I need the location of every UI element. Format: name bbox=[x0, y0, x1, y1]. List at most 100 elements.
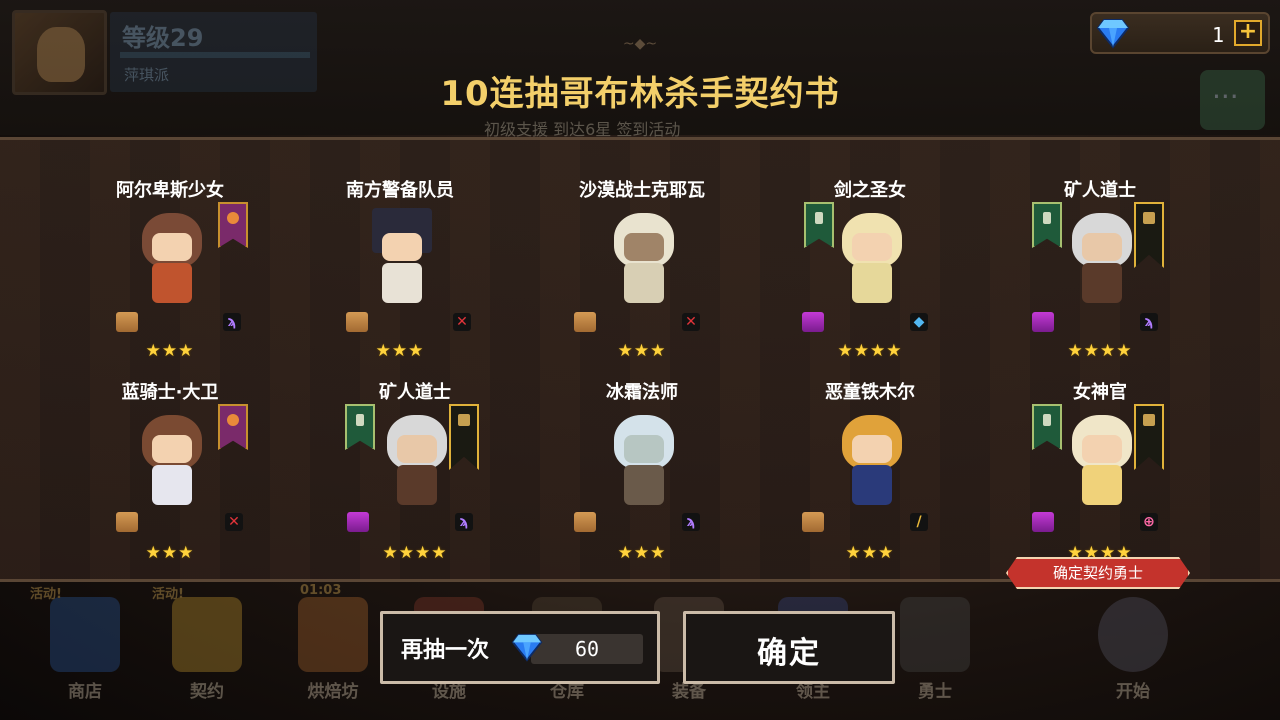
nav-label: 烘焙坊 bbox=[307, 682, 359, 702]
draw-again-button[interactable]: 再抽一次 60 bbox=[380, 611, 660, 684]
scroll-icon bbox=[802, 312, 824, 332]
hero-card[interactable]: 阿尔卑斯少女 ϡ ★★★ bbox=[80, 176, 260, 366]
nav-label: 契约 bbox=[190, 682, 224, 702]
hero-name: 蓝骑士·大卫 bbox=[121, 382, 219, 403]
hero-sprite bbox=[832, 410, 912, 510]
star-rating: ★★★ bbox=[375, 341, 425, 361]
nav-badge: 活动! bbox=[30, 587, 62, 602]
star-rating: ★★★ bbox=[845, 543, 895, 563]
exp-bar bbox=[120, 52, 310, 58]
star-rating: ★★★★ bbox=[837, 341, 903, 361]
title-ornament: ~◆~ bbox=[622, 36, 658, 52]
class-banner-icon bbox=[1134, 202, 1164, 268]
hero-card[interactable]: 恶童铁木尔 / ★★★ bbox=[780, 378, 960, 568]
scroll-icon bbox=[347, 512, 369, 532]
helmet-icon bbox=[900, 597, 970, 672]
scroll-icon bbox=[802, 512, 824, 532]
hero-sprite bbox=[832, 208, 912, 308]
gem-count: 1 bbox=[1211, 23, 1224, 47]
class-banner-icon bbox=[218, 404, 248, 450]
hero-card[interactable]: 沙漠战士克耶瓦 ✕ ★★★ bbox=[552, 176, 732, 366]
hero-name: 沙漠战士克耶瓦 bbox=[579, 180, 705, 201]
hero-sprite bbox=[604, 208, 684, 308]
crossed-swords-icon: ✕ bbox=[225, 513, 243, 531]
hero-sprite bbox=[604, 410, 684, 510]
draw-again-label: 再抽一次 bbox=[401, 638, 490, 663]
staff-icon: ϡ bbox=[223, 313, 241, 331]
bakery-icon bbox=[298, 597, 368, 672]
page-title: 10连抽哥布林杀手契约书 bbox=[440, 74, 840, 114]
hero-card[interactable]: 矿人道士 ϡ ★★★★ bbox=[1010, 176, 1190, 366]
scroll-icon bbox=[346, 312, 368, 332]
hero-card[interactable]: 剑之圣女 ◆ ★★★★ bbox=[780, 176, 960, 366]
gem-counter: 1 + bbox=[1090, 12, 1270, 54]
class-banner-icon bbox=[449, 404, 479, 470]
nav-heroes[interactable]: 勇士 bbox=[880, 585, 990, 720]
scroll-icon bbox=[116, 312, 138, 332]
hero-name: 矿人道士 bbox=[379, 382, 451, 403]
class-banner-icon bbox=[804, 202, 834, 248]
start-icon bbox=[1098, 597, 1168, 672]
nav-contract[interactable]: 活动! 契约 bbox=[152, 585, 262, 720]
diamond-icon bbox=[1096, 19, 1130, 49]
nav-start[interactable]: 开始 bbox=[1078, 585, 1188, 720]
nav-label: 商店 bbox=[68, 682, 102, 702]
staff-icon: ϡ bbox=[1140, 313, 1158, 331]
nav-label: 勇士 bbox=[918, 682, 952, 702]
hero-name: 剑之圣女 bbox=[834, 180, 906, 201]
scroll-icon bbox=[574, 312, 596, 332]
hero-sprite bbox=[132, 410, 212, 510]
draw-results-panel: 阿尔卑斯少女 ϡ ★★★ 南方警备队员 ✕ ★★★ 沙漠战士克耶瓦 ✕ ★★★ … bbox=[0, 137, 1280, 582]
hero-name: 冰霜法师 bbox=[606, 382, 678, 403]
hero-card[interactable]: 南方警备队员 ✕ ★★★ bbox=[310, 176, 490, 366]
add-gems-button[interactable]: + bbox=[1234, 20, 1262, 46]
hero-name: 矿人道士 bbox=[1064, 180, 1136, 201]
nav-label: 开始 bbox=[1116, 682, 1150, 702]
class-banner-icon bbox=[1032, 202, 1062, 248]
staff-icon: ϡ bbox=[455, 513, 473, 531]
crossed-swords-icon: ✕ bbox=[682, 313, 700, 331]
hero-card[interactable]: 女神官 ⊕ ★★★★ bbox=[1010, 378, 1190, 568]
scroll-icon bbox=[1032, 512, 1054, 532]
hero-card[interactable]: 冰霜法师 ϡ ★★★ bbox=[552, 378, 732, 568]
player-level: 等级29 bbox=[122, 24, 204, 52]
hero-card[interactable]: 蓝骑士·大卫 ✕ ★★★ bbox=[80, 378, 260, 568]
nav-shop[interactable]: 活动! 商店 bbox=[30, 585, 140, 720]
hero-card[interactable]: 矿人道士 ϡ ★★★★ bbox=[325, 378, 505, 568]
confirm-button[interactable]: 确定 bbox=[683, 611, 895, 684]
star-rating: ★★★ bbox=[145, 543, 195, 563]
class-banner-icon bbox=[1032, 404, 1062, 450]
hero-sprite bbox=[132, 208, 212, 308]
class-banner-icon bbox=[345, 404, 375, 450]
confirm-label: 确定 bbox=[757, 636, 821, 671]
star-rating: ★★★ bbox=[145, 341, 195, 361]
rod-icon: / bbox=[910, 513, 928, 531]
hero-sprite bbox=[362, 208, 442, 308]
nav-badge: 活动! bbox=[152, 587, 184, 602]
scroll-icon bbox=[116, 512, 138, 532]
hero-sprite bbox=[377, 410, 457, 510]
hero-sprite bbox=[1062, 410, 1142, 510]
contract-icon bbox=[172, 597, 242, 672]
scroll-icon bbox=[1032, 312, 1054, 332]
gem-hammer-icon: ◆ bbox=[910, 313, 928, 331]
hero-name: 恶童铁木尔 bbox=[825, 382, 915, 403]
hero-sprite bbox=[1062, 208, 1142, 308]
staff-icon: ϡ bbox=[682, 513, 700, 531]
diamond-icon bbox=[511, 633, 543, 662]
nav-timer: 01:03 bbox=[300, 583, 342, 598]
class-banner-icon bbox=[218, 202, 248, 248]
hero-name: 南方警备队员 bbox=[346, 180, 454, 201]
draw-cost: 60 bbox=[575, 637, 600, 661]
crossed-swords-icon: ✕ bbox=[453, 313, 471, 331]
shop-icon bbox=[50, 597, 120, 672]
star-rating: ★★★ bbox=[617, 341, 667, 361]
hero-name: 女神官 bbox=[1073, 382, 1127, 403]
holy-symbol-icon: ⊕ bbox=[1140, 513, 1158, 531]
star-rating: ★★★★ bbox=[1067, 341, 1133, 361]
star-rating: ★★★ bbox=[617, 543, 667, 563]
nav-bakery[interactable]: 01:03 烘焙坊 bbox=[278, 583, 388, 720]
star-rating: ★★★★ bbox=[382, 543, 448, 563]
hero-name: 阿尔卑斯少女 bbox=[116, 180, 224, 201]
class-banner-icon bbox=[1134, 404, 1164, 470]
